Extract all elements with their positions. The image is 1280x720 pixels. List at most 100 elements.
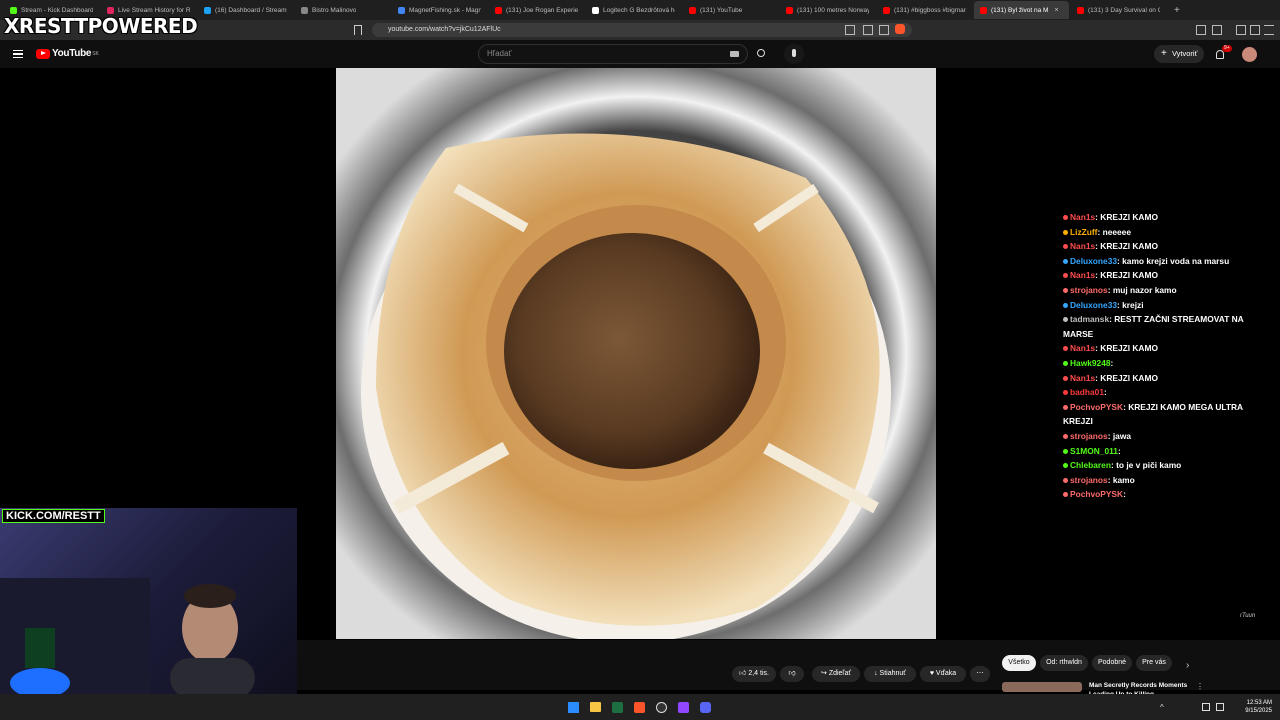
chat-username[interactable]: strojanos	[1070, 431, 1108, 441]
chat-username[interactable]: tadmansk	[1070, 314, 1109, 324]
chat-username[interactable]: PochvoPYSK	[1070, 402, 1123, 412]
thanks-button[interactable]: ♥ Vďaka	[920, 666, 966, 682]
hamburger-icon[interactable]	[13, 50, 23, 58]
chip[interactable]: Pre vás	[1136, 655, 1172, 671]
chat-text: neeeee	[1102, 226, 1131, 237]
chat-username[interactable]: PochvoPYSK	[1070, 489, 1123, 499]
chat-username[interactable]: Nan1s	[1070, 270, 1095, 280]
chat-username[interactable]: Hawk9248	[1070, 358, 1111, 368]
tab-label: (131) 100 metres Norway	[797, 6, 869, 14]
chat-username[interactable]: Nan1s	[1070, 373, 1095, 383]
chat-badge-icon	[1063, 375, 1068, 381]
share-page-icon[interactable]	[879, 25, 889, 35]
browser-tab[interactable]: Logitech G Bezdrôtová her	[586, 1, 681, 19]
chat-username[interactable]: Nan1s	[1070, 241, 1095, 251]
app-purple-icon[interactable]	[678, 702, 689, 713]
search-input[interactable]: Hľadať	[478, 44, 748, 64]
windows-start-icon[interactable]	[568, 702, 579, 713]
more-actions-button[interactable]: ⋯	[970, 666, 990, 682]
chat-username[interactable]: strojanos	[1070, 475, 1108, 485]
chat-username[interactable]: Chlebaren	[1070, 460, 1111, 470]
menu-icon[interactable]	[1264, 25, 1274, 35]
notifications-button[interactable]: 9+	[1214, 45, 1232, 62]
close-tab-icon[interactable]: ×	[1054, 7, 1058, 14]
chat-message: Nan1s: KREJZI KAMO	[1063, 371, 1273, 386]
chat-username[interactable]: LizZuff	[1070, 227, 1097, 237]
chat-message: PochvoPYSK: KREJZI KAMO MEGA ULTRA KREJZ…	[1063, 400, 1273, 429]
chips-next-icon[interactable]: ›	[1186, 660, 1189, 671]
thanks-icon: ♥	[929, 670, 934, 677]
chat-username[interactable]: Deluxone33	[1070, 256, 1117, 266]
chat-message: Chlebaren: to je v piči kamo	[1063, 458, 1273, 473]
extensions-icon[interactable]	[1196, 25, 1206, 35]
chevron-up-icon[interactable]: ^	[1160, 703, 1164, 712]
search-placeholder: Hľadať	[487, 49, 512, 58]
webcam-image	[0, 578, 255, 694]
thumbs-down-icon: 👎︎	[788, 670, 796, 677]
like-button[interactable]: 👍︎ 2,4 tis.	[732, 666, 776, 682]
brave-shield-icon[interactable]	[895, 24, 905, 34]
address-bar[interactable]: youtube.com/watch?v=jkCu12AFlUc	[372, 23, 912, 37]
browser-tab[interactable]: (16) Dashboard / Streamla	[198, 1, 293, 19]
avatar[interactable]	[1242, 47, 1257, 62]
chat-username[interactable]: Nan1s	[1070, 343, 1095, 353]
search-button[interactable]	[748, 44, 774, 64]
file-explorer-icon[interactable]	[590, 702, 601, 712]
dislike-button[interactable]: 👎︎	[780, 666, 804, 682]
rec-menu-icon[interactable]: ⋮	[1196, 682, 1204, 691]
chat-username[interactable]: Nan1s	[1070, 212, 1095, 222]
clock[interactable]: 12:53 AM 9/15/2025	[1238, 699, 1272, 715]
share-button[interactable]: ↪ Zdieľať	[812, 666, 860, 682]
chat-message: strojanos: kamo	[1063, 473, 1273, 488]
brave-icon[interactable]	[634, 702, 645, 713]
thanks-label: Vďaka	[935, 670, 957, 677]
browser-tab[interactable]: MagnetFishing.sk - Magne	[392, 1, 487, 19]
network-icon[interactable]	[1202, 703, 1210, 711]
video-player[interactable]	[336, 68, 936, 639]
translate-icon[interactable]	[863, 25, 873, 35]
chat-message: Deluxone33: krejzi	[1063, 298, 1273, 313]
chip[interactable]: Všetko	[1002, 655, 1036, 671]
keyboard-icon[interactable]	[730, 51, 739, 57]
tray-icons[interactable]: ^	[1160, 703, 1235, 712]
youtube-logo[interactable]: YouTube SK	[36, 48, 99, 59]
browser-actions-icons[interactable]	[845, 24, 905, 35]
voice-search-button[interactable]	[784, 44, 804, 64]
new-tab-icon[interactable]: +	[1174, 5, 1180, 16]
tab-label: Live Stream History for Ria	[118, 6, 190, 14]
browser-tab[interactable]: (131) Joe Rogan Experienc	[489, 1, 584, 19]
excel-icon[interactable]	[612, 702, 623, 713]
wallet-icon[interactable]	[1212, 25, 1222, 35]
bookmark-icon[interactable]	[354, 25, 362, 35]
download-button[interactable]: ↓ Stiahnuť	[864, 666, 916, 682]
browser-tab[interactable]: (131) #biggboss #bigman	[877, 1, 972, 19]
media-icon[interactable]	[1236, 25, 1246, 35]
create-button[interactable]: + Vytvoriť	[1154, 45, 1204, 63]
channel-watermark[interactable]: rTuun	[1240, 613, 1255, 619]
install-icon[interactable]	[845, 25, 855, 35]
clock-time: 12:53 AM	[1246, 700, 1272, 706]
chat-badge-icon	[1063, 492, 1068, 498]
thumbs-up-icon: 👍︎	[739, 670, 747, 677]
clock-date: 9/15/2025	[1245, 708, 1272, 714]
rec-thumbnail[interactable]	[1002, 682, 1082, 692]
chat-badge-icon	[1063, 287, 1068, 293]
chip[interactable]: Podobné	[1092, 655, 1132, 671]
chat-username[interactable]: Deluxone33	[1070, 300, 1117, 310]
chat-username[interactable]: strojanos	[1070, 285, 1108, 295]
browser-tab[interactable]: (131) Byl život na M ×	[974, 1, 1069, 19]
chat-username[interactable]: badha01	[1070, 387, 1104, 397]
chat-username[interactable]: S1MON_011	[1070, 446, 1118, 456]
browser-tab[interactable]: (131) YouTube	[683, 1, 778, 19]
browser-tab[interactable]: (131) 3 Day Survival on Co	[1071, 1, 1166, 19]
plus-icon: +	[1161, 48, 1167, 59]
chip[interactable]: Od: rthwldn	[1040, 655, 1088, 671]
discord-icon[interactable]	[700, 702, 711, 713]
rec-title[interactable]: Man Secretly Records Moments	[1089, 682, 1187, 689]
obs-icon[interactable]	[656, 702, 667, 713]
sidebar-icon[interactable]	[1250, 25, 1260, 35]
volume-icon[interactable]	[1216, 703, 1224, 711]
tab-label: (131) Joe Rogan Experienc	[506, 6, 578, 14]
browser-tab[interactable]: (131) 100 metres Norway	[780, 1, 875, 19]
browser-tab[interactable]: Bistro Malinovo	[295, 1, 390, 19]
